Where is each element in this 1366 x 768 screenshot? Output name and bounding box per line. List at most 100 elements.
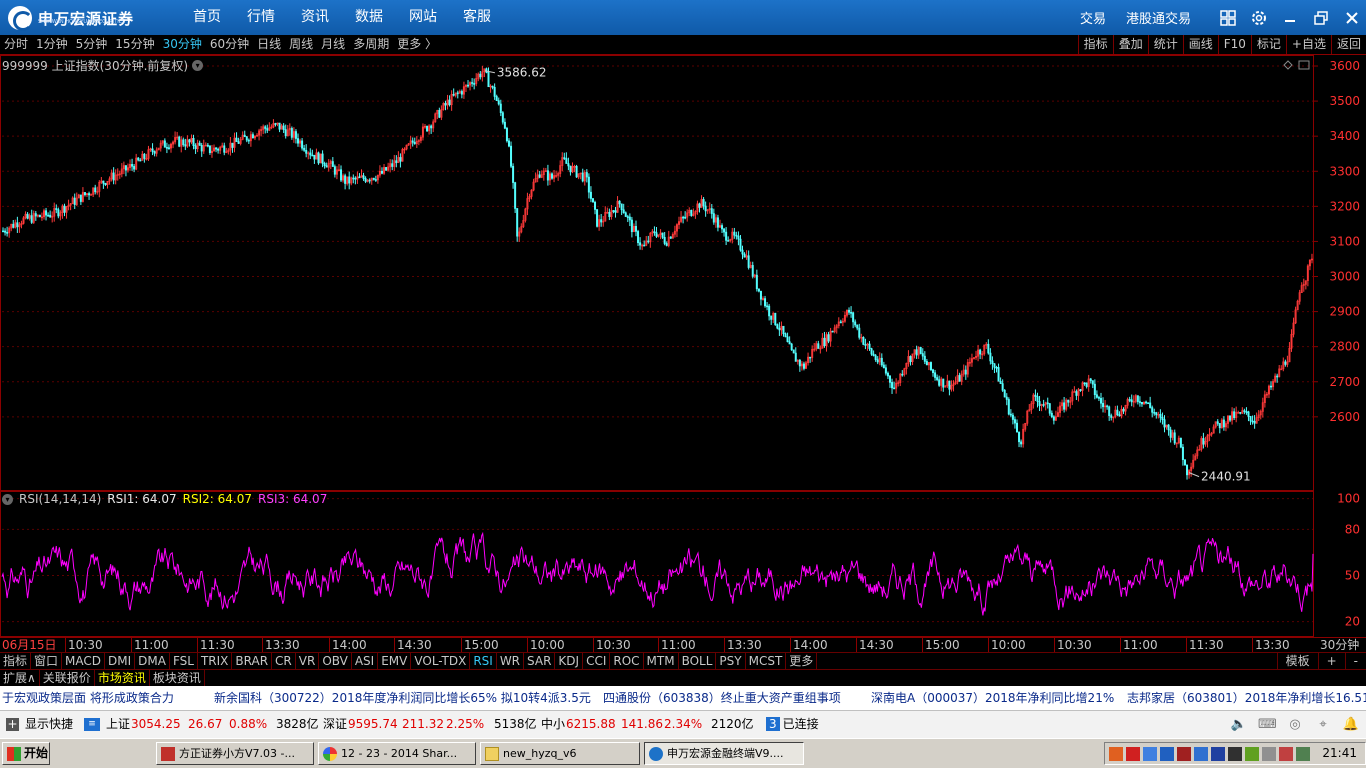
ticker-item[interactable]: 新余国科（300722）2018年度净利润同比增长65% 拟10转4派3.5元 [214,686,591,710]
tray-icon[interactable] [1262,746,1276,761]
chart-tool-button[interactable]: 返回 [1330,35,1366,54]
tray-icon[interactable] [1160,746,1174,761]
tray-icon[interactable] [1194,746,1208,761]
period-tab[interactable]: 60分钟 [206,35,253,54]
indicator-tab[interactable]: BOLL [679,653,717,669]
show-shortcut-button[interactable]: 显示快捷 [25,711,73,738]
chart-tool-button[interactable]: +自选 [1285,35,1331,54]
chart-area[interactable]: 3600 3500 3400 3300 3200 3100 3000 2900 2800 2700… [0,55,1366,637]
indicator-tab[interactable]: VR [296,653,320,669]
bell-icon[interactable]: 🔔 [1342,711,1360,738]
indicator-tab[interactable]: WR [497,653,525,669]
period-tab[interactable]: 日线 [253,35,285,54]
restore-icon[interactable] [1307,0,1335,35]
tray-icon[interactable] [1228,746,1242,761]
indicator-control[interactable]: 模板 [1276,653,1318,669]
close-icon[interactable] [1338,0,1366,35]
indicator-tab[interactable]: MCST [746,653,787,669]
chevron-down-icon[interactable]: ▾ [192,60,204,71]
indicator-tab[interactable]: ROC [610,653,644,669]
info-tab[interactable]: 扩展∧ [0,670,40,686]
nav-website[interactable]: 网站 [396,0,450,35]
ticker-item[interactable]: 四通股份（603838）终止重大资产重组事项 [603,686,841,710]
start-button[interactable]: 开始 [2,742,50,765]
keyboard-icon[interactable]: ⌨ [1258,711,1277,738]
period-tab[interactable]: 15分钟 [111,35,158,54]
period-tab[interactable]: 多周期 [349,35,393,54]
indicator-tab[interactable]: TRIX [198,653,233,669]
send-icon[interactable]: ⌖ [1314,711,1332,738]
indicator-tab[interactable]: FSL [170,653,198,669]
connection-status[interactable]: 3 已连接 [766,711,819,738]
chart-tool-button[interactable]: 统计 [1147,35,1183,54]
indicator-tab[interactable]: 指标 [0,653,32,669]
period-tab[interactable]: 周线 [285,35,317,54]
period-tab[interactable]: 月线 [317,35,349,54]
nav-home[interactable]: 首页 [180,0,234,35]
info-tab[interactable]: 板块资讯 [150,670,205,686]
tray-icon[interactable] [1177,746,1191,761]
indicator-tab[interactable]: 窗口 [31,653,63,669]
hk-connect-trade-link[interactable]: 港股通交易 [1126,8,1191,27]
indicator-tab[interactable]: SAR [524,653,556,669]
trade-link[interactable]: 交易 [1080,8,1106,27]
kline-rsi-chart[interactable]: 3600 3500 3400 3300 3200 3100 3000 2900 2800 2700… [0,55,1366,637]
indicator-tab[interactable]: 更多 [786,653,818,669]
taskbar-item[interactable]: 方正证券小方V7.03 -... [156,742,314,765]
tray-icon[interactable] [1143,746,1157,761]
search-icon[interactable]: ◎ [1286,711,1304,738]
period-tab[interactable]: 更多 〉 [393,35,441,54]
nav-service[interactable]: 客服 [450,0,504,35]
taskbar-item[interactable]: 申万宏源金融终端V9.... [644,742,804,765]
indicator-tab[interactable]: EMV [378,653,412,669]
taskbar-item[interactable]: new_hyzq_v6 [480,742,640,765]
chart-tool-button[interactable]: 指标 [1077,35,1113,54]
nav-data[interactable]: 数据 [342,0,396,35]
ticker-item[interactable]: 志邦家居（603801）2018年净利增长16.51% [1127,686,1366,710]
info-tab[interactable]: 市场资讯 [95,670,150,686]
nav-quotes[interactable]: 行情 [234,0,288,35]
bluetooth-icon[interactable] [1211,746,1225,761]
gear-icon[interactable] [1245,0,1273,35]
indicator-tab[interactable]: MACD [62,653,106,669]
chart-tool-button[interactable]: 画线 [1182,35,1218,54]
tray-icon[interactable] [1296,746,1310,761]
speaker-icon[interactable]: 🔈 [1230,711,1248,738]
indicator-tab[interactable]: ASI [352,653,379,669]
indicator-tab[interactable]: KDJ [555,653,584,669]
chart-tool-button[interactable]: 标记 [1250,35,1286,54]
indicator-control[interactable]: - [1344,653,1366,669]
indicator-tab[interactable]: RSI [470,653,497,669]
tray-icon[interactable] [1126,746,1140,761]
indicator-tab[interactable]: CR [272,653,296,669]
indicator-tab[interactable]: MTM [644,653,679,669]
indicator-tab[interactable]: PSY [716,653,746,669]
grid-icon[interactable] [1214,0,1242,35]
tray-icon[interactable] [1245,746,1259,761]
minimize-icon[interactable] [1276,0,1304,35]
indicator-tab[interactable]: OBV [319,653,352,669]
quote-list-icon[interactable]: ≡ [84,718,100,731]
ticker-item[interactable]: 深南电A（000037）2018年净利同比增21% [871,686,1114,710]
taskbar-item[interactable]: 12 - 23 - 2014 Shar... [318,742,476,765]
tray-icon[interactable] [1109,746,1123,761]
period-tab[interactable]: 分时 [0,35,32,54]
chart-tool-button[interactable]: 叠加 [1112,35,1148,54]
indicator-tab[interactable]: BRAR [232,653,273,669]
indicator-tab[interactable]: VOL-TDX [411,653,471,669]
ticker-item[interactable]: 于宏观政策层面 将形成政策合力 [2,686,174,710]
period-tab[interactable]: 5分钟 [72,35,112,54]
nav-news[interactable]: 资讯 [288,0,342,35]
news-ticker[interactable]: 于宏观政策层面 将形成政策合力 新余国科（300722）2018年度净利润同比增… [0,686,1366,710]
indicator-tab[interactable]: DMI [105,653,136,669]
info-tab[interactable]: 关联报价 [40,670,95,686]
period-tab[interactable]: 1分钟 [32,35,72,54]
chevron-down-icon[interactable]: ▾ [2,493,13,505]
indicator-control[interactable]: + [1317,653,1345,669]
tray-icon[interactable] [1279,746,1293,761]
indicator-tab[interactable]: CCI [583,653,611,669]
indicator-tab[interactable]: DMA [135,653,170,669]
plus-icon[interactable]: + [6,718,19,731]
chart-tool-button[interactable]: F10 [1217,35,1251,54]
period-tab[interactable]: 30分钟 [159,35,206,54]
